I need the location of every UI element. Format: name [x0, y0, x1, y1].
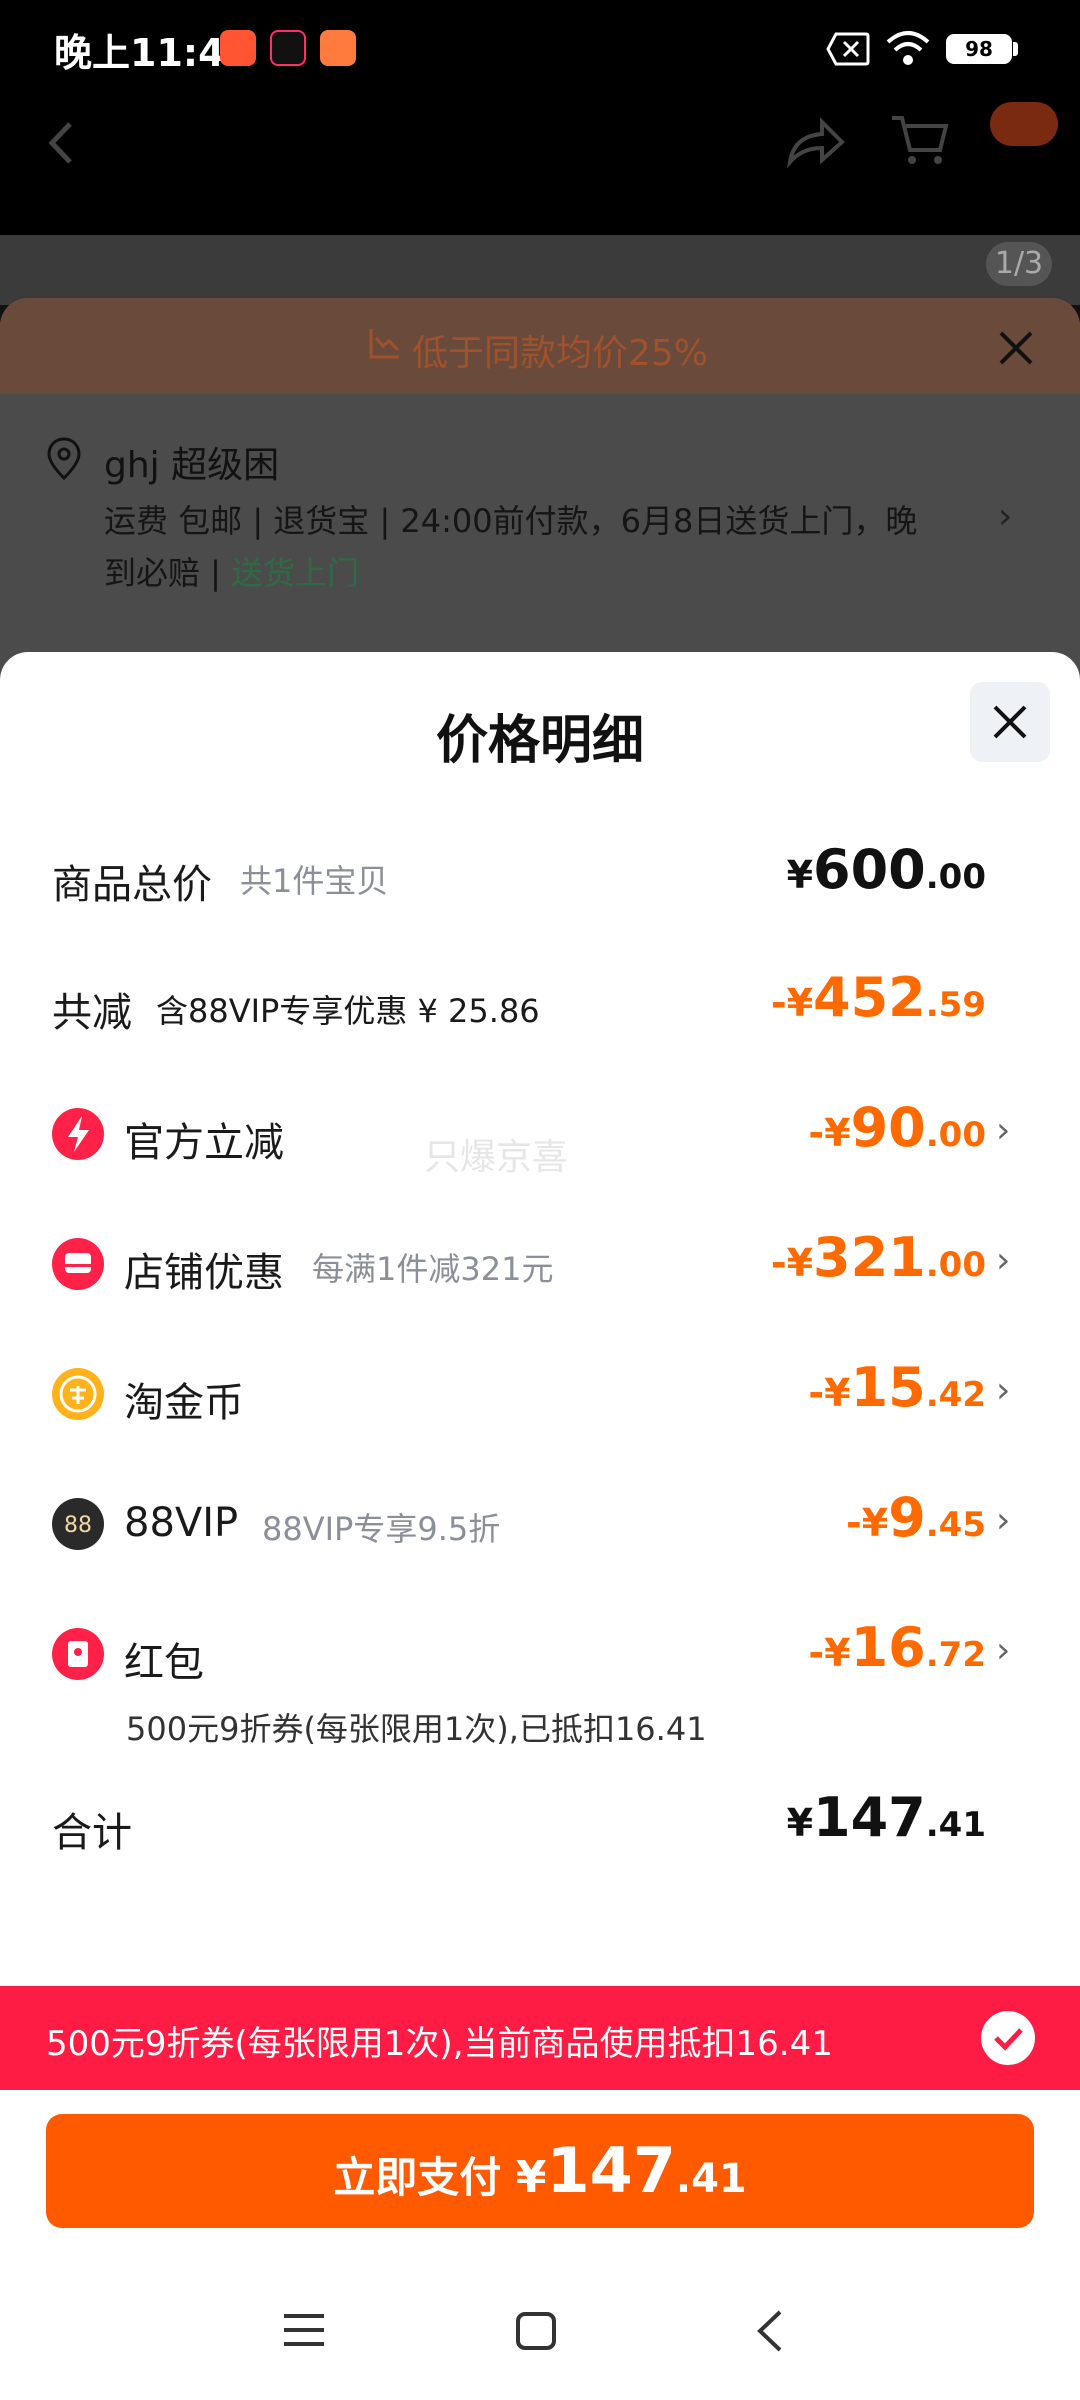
image-counter: 1/3	[986, 242, 1052, 286]
sum-price: ¥147.41	[787, 1786, 986, 1849]
home-icon[interactable]	[514, 2310, 558, 2352]
back-icon[interactable]	[44, 118, 80, 168]
price-dec: .72	[925, 1635, 986, 1675]
total-reduce-label: 共减	[52, 990, 132, 1036]
total-reduce-price: -¥452.59	[771, 966, 986, 1029]
red-packet-price[interactable]: -¥16.72	[808, 1616, 986, 1679]
currency-symbol: -¥	[808, 1111, 851, 1155]
goods-total-price: ¥600.00	[787, 838, 986, 901]
price-dec: .45	[925, 1505, 986, 1545]
pay-now-text: 立即支付 ¥147.41	[46, 2114, 1034, 2228]
price-dec: .00	[925, 857, 986, 897]
chevron-right-icon[interactable]: ›	[996, 1630, 1010, 1671]
store-discount-price[interactable]: -¥321.00	[771, 1226, 986, 1289]
menu-icon[interactable]	[282, 2310, 326, 2350]
currency-symbol: ¥	[515, 2152, 547, 2203]
app-notification-icon	[220, 30, 256, 66]
taojinbi-label[interactable]: 淘金币	[124, 1370, 244, 1428]
store-discount-label[interactable]: 店铺优惠	[124, 1240, 284, 1298]
price-int: 9	[888, 1486, 926, 1549]
sim-off-icon	[826, 32, 870, 66]
shipping-info-cont: 到必赔 | 送货上门	[104, 548, 359, 594]
vip-label[interactable]: 88VIP	[124, 1500, 238, 1546]
currency-symbol: -¥	[808, 1371, 851, 1415]
sheet-title: 价格明细	[435, 711, 644, 771]
vip-88-icon: 88	[52, 1498, 104, 1550]
currency-symbol: -¥	[770, 1241, 814, 1285]
check-icon	[994, 2028, 1023, 2051]
battery-tip	[1013, 42, 1018, 56]
gold-coin-icon	[52, 1368, 104, 1420]
douyin-notification-icon	[270, 30, 306, 66]
product-image	[0, 235, 1080, 305]
trend-down-icon	[369, 329, 400, 359]
wifi-icon	[886, 31, 930, 65]
goods-total-label: 商品总价	[52, 862, 212, 908]
lightning-icon	[52, 1108, 104, 1160]
price-dec: .59	[925, 985, 986, 1025]
currency-symbol: ¥	[786, 1801, 814, 1845]
price-banner-text: 低于同款均价25%	[412, 333, 709, 374]
shipping-cont-text: 到必赔 |	[104, 554, 232, 592]
vip-price[interactable]: -¥9.45	[846, 1486, 986, 1549]
store-icon	[52, 1238, 104, 1290]
price-int: 321	[813, 1226, 926, 1289]
price-dec: .41	[925, 1805, 986, 1845]
back-nav-icon[interactable]	[752, 2308, 788, 2354]
coupon-tip-text: 500元9折券(每张限用1次),当前商品使用抵扣16.41	[46, 2024, 833, 2064]
red-packet-label[interactable]: 红包	[124, 1630, 204, 1688]
official-discount-label[interactable]: 官方立减	[124, 1110, 284, 1168]
price-int: 90	[850, 1096, 926, 1159]
pay-now-label: 立即支付	[333, 2153, 502, 2202]
svg-text:88: 88	[64, 1513, 92, 1538]
pay-now-button[interactable]: 立即支付 ¥147.41	[46, 2114, 1034, 2228]
currency-symbol: ¥	[786, 853, 814, 897]
taobao-notification-icon	[320, 30, 356, 66]
price-int: 147	[813, 1786, 926, 1849]
store-discount-rule: 每满1件减321元	[312, 1250, 554, 1288]
close-icon	[993, 705, 1027, 739]
price-int: 147	[546, 2134, 676, 2207]
goods-count: 共1件宝贝	[240, 862, 389, 900]
shipping-chevron-icon[interactable]: ›	[998, 496, 1012, 537]
total-reduce-note: 含88VIP专享优惠 ¥ 25.86	[156, 992, 540, 1030]
address-name[interactable]: ghj 超级困	[104, 436, 279, 488]
price-int: 15	[850, 1356, 926, 1419]
currency-symbol: -¥	[845, 1501, 889, 1545]
price-int: 16	[850, 1616, 926, 1679]
price-dec: .41	[675, 2156, 747, 2202]
vip-rule: 88VIP专享9.5折	[262, 1510, 501, 1548]
share-icon[interactable]	[786, 116, 846, 168]
home-delivery-tag: 送货上门	[231, 554, 360, 592]
chevron-right-icon[interactable]: ›	[996, 1500, 1010, 1541]
sheet-close-button[interactable]	[970, 682, 1050, 762]
price-dec: .42	[925, 1375, 986, 1415]
chevron-right-icon[interactable]: ›	[996, 1370, 1010, 1411]
watermark: 只爆京喜	[424, 1137, 569, 1178]
currency-symbol: -¥	[770, 981, 814, 1025]
sum-label: 合计	[52, 1810, 132, 1856]
location-icon	[47, 437, 81, 481]
coupon-check-toggle[interactable]	[981, 2011, 1035, 2065]
price-dec: .00	[925, 1245, 986, 1285]
shipping-info: 运费 包邮 | 退货宝 | 24:00前付款，6月8日送货上门，晚	[104, 502, 918, 540]
red-packet-note: 500元9折券(每张限用1次),已抵扣16.41	[126, 1710, 707, 1748]
chevron-right-icon[interactable]: ›	[996, 1240, 1010, 1281]
taojinbi-price[interactable]: -¥15.42	[808, 1356, 986, 1419]
battery-indicator: 98	[946, 34, 1012, 64]
chevron-right-icon[interactable]: ›	[996, 1110, 1010, 1151]
message-badge-icon[interactable]	[990, 102, 1058, 146]
price-int: 600	[813, 838, 926, 901]
price-dec: .00	[925, 1115, 986, 1155]
banner-close-icon[interactable]	[998, 330, 1034, 366]
price-int: 452	[813, 966, 926, 1029]
currency-symbol: -¥	[808, 1631, 851, 1675]
official-discount-price[interactable]: -¥90.00	[808, 1096, 986, 1159]
cart-icon[interactable]	[890, 112, 950, 168]
red-packet-icon	[52, 1628, 104, 1680]
